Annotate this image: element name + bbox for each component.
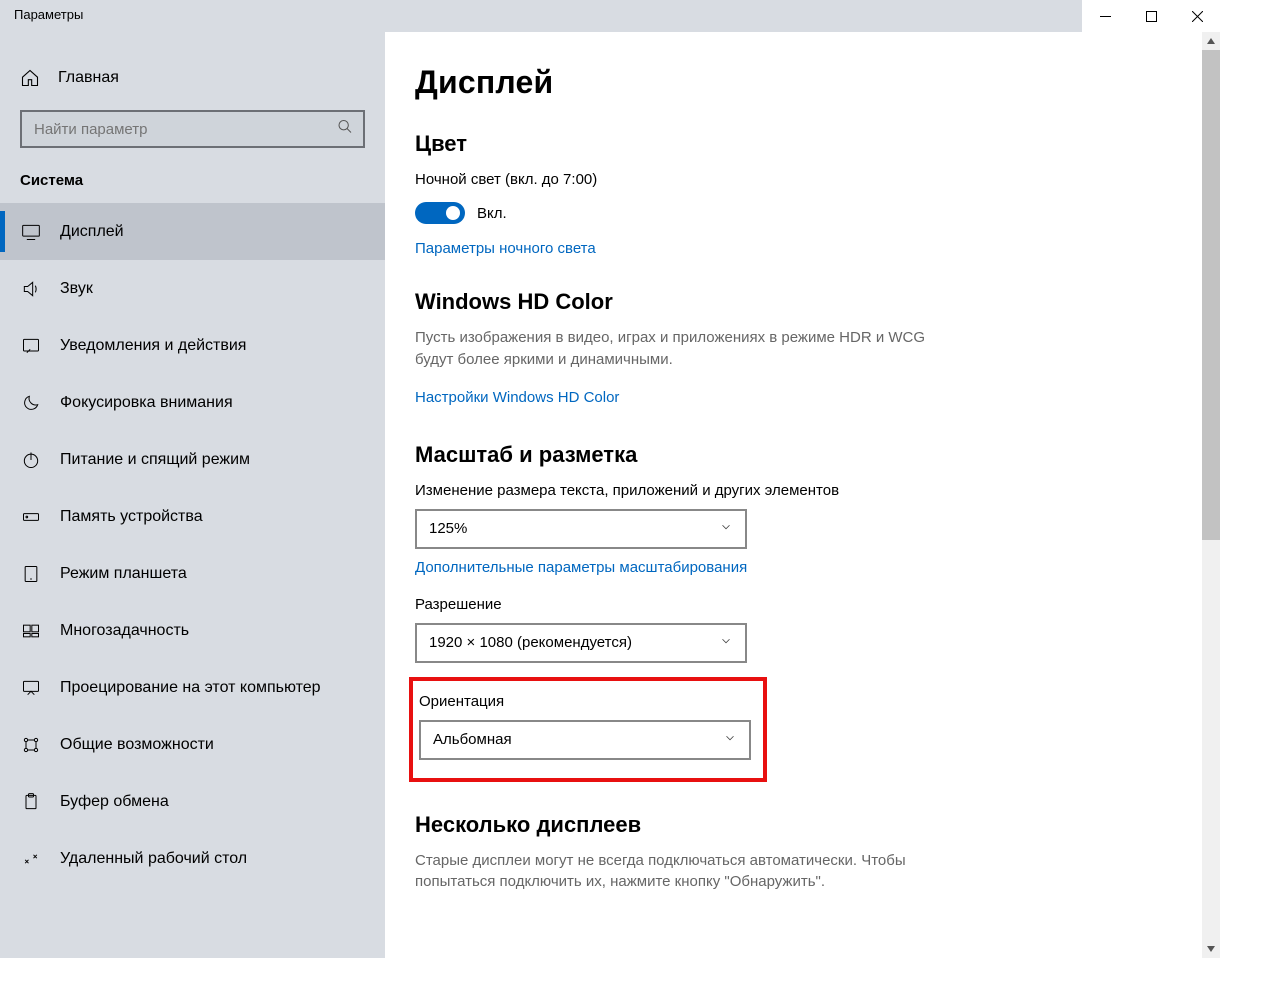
sidebar-item-projecting[interactable]: Проецирование на этот компьютер [0, 659, 385, 716]
hdcolor-description: Пусть изображения в видео, играх и прило… [415, 327, 955, 371]
sidebar-home-label: Главная [58, 69, 119, 87]
sidebar-item-label: Многозадачность [60, 622, 189, 640]
sidebar-item-remote[interactable]: Удаленный рабочий стол [0, 830, 385, 887]
page-title: Дисплей [415, 64, 1190, 101]
maximize-button[interactable] [1128, 0, 1174, 32]
sidebar-item-focus-assist[interactable]: Фокусировка внимания [0, 374, 385, 431]
sidebar-item-clipboard[interactable]: Буфер обмена [0, 773, 385, 830]
scroll-down-arrow[interactable] [1202, 940, 1220, 958]
multitasking-icon [20, 620, 42, 642]
advanced-scaling-link[interactable]: Дополнительные параметры масштабирования [415, 559, 747, 576]
notifications-icon [20, 335, 42, 357]
scrollbar[interactable] [1202, 32, 1220, 958]
chevron-down-icon [719, 634, 733, 652]
sidebar-item-power[interactable]: Питание и спящий режим [0, 431, 385, 488]
sound-icon [20, 278, 42, 300]
sidebar-item-label: Общие возможности [60, 736, 214, 754]
main-content: Дисплей Цвет Ночной свет (вкл. до 7:00) … [385, 32, 1220, 958]
sidebar: Главная Система Дисплей Звук [0, 32, 385, 958]
moon-icon [20, 392, 42, 414]
scale-label: Изменение размера текста, приложений и д… [415, 482, 1190, 499]
scrollbar-thumb[interactable] [1202, 50, 1220, 540]
toggle-state: Вкл. [477, 205, 507, 222]
remote-icon [20, 848, 42, 870]
sidebar-home[interactable]: Главная [0, 56, 385, 100]
minimize-button[interactable] [1082, 0, 1128, 32]
night-light-label: Ночной свет (вкл. до 7:00) [415, 171, 1190, 188]
sidebar-item-label: Уведомления и действия [60, 337, 246, 355]
close-button[interactable] [1174, 0, 1220, 32]
section-multiple-displays: Несколько дисплеев [415, 812, 1190, 838]
sidebar-item-shared[interactable]: Общие возможности [0, 716, 385, 773]
storage-icon [20, 506, 42, 528]
shared-icon [20, 734, 42, 756]
section-color: Цвет [415, 131, 1190, 157]
orientation-value: Альбомная [433, 731, 512, 748]
sidebar-item-label: Фокусировка внимания [60, 394, 233, 412]
sidebar-item-label: Буфер обмена [60, 793, 169, 811]
scale-value: 125% [429, 520, 467, 537]
sidebar-item-multitasking[interactable]: Многозадачность [0, 602, 385, 659]
sidebar-item-display[interactable]: Дисплей [0, 203, 385, 260]
chevron-down-icon [719, 520, 733, 538]
display-icon [20, 221, 42, 243]
sidebar-item-label: Режим планшета [60, 565, 187, 583]
resolution-label: Разрешение [415, 596, 1190, 613]
section-scale: Масштаб и разметка [415, 442, 1190, 468]
night-light-toggle[interactable] [415, 202, 465, 224]
sidebar-item-label: Удаленный рабочий стол [60, 850, 247, 868]
sidebar-item-tablet[interactable]: Режим планшета [0, 545, 385, 602]
orientation-label: Ориентация [415, 693, 749, 710]
sidebar-category: Система [0, 166, 385, 203]
orientation-select[interactable]: Альбомная [419, 720, 751, 760]
sidebar-item-label: Питание и спящий режим [60, 451, 250, 469]
sidebar-item-label: Проецирование на этот компьютер [60, 679, 321, 697]
projecting-icon [20, 677, 42, 699]
sidebar-item-label: Дисплей [60, 223, 124, 241]
scroll-up-arrow[interactable] [1202, 32, 1220, 50]
sidebar-item-label: Память устройства [60, 508, 203, 526]
clipboard-icon [20, 791, 42, 813]
resolution-select[interactable]: 1920 × 1080 (рекомендуется) [415, 623, 747, 663]
orientation-highlight: Ориентация Альбомная [409, 677, 767, 782]
sidebar-item-label: Звук [60, 280, 93, 298]
sidebar-item-notifications[interactable]: Уведомления и действия [0, 317, 385, 374]
title-bar: Параметры [0, 0, 1220, 32]
scale-select[interactable]: 125% [415, 509, 747, 549]
power-icon [20, 449, 42, 471]
home-icon [20, 68, 40, 88]
section-hdcolor: Windows HD Color [415, 289, 1190, 315]
chevron-down-icon [723, 731, 737, 749]
sidebar-item-sound[interactable]: Звук [0, 260, 385, 317]
hdcolor-settings-link[interactable]: Настройки Windows HD Color [415, 389, 619, 406]
multiple-displays-description: Старые дисплеи могут не всегда подключат… [415, 850, 955, 894]
search-input[interactable] [20, 110, 365, 148]
resolution-value: 1920 × 1080 (рекомендуется) [429, 634, 632, 651]
window-title: Параметры [14, 7, 83, 22]
tablet-icon [20, 563, 42, 585]
search-icon [337, 119, 353, 140]
sidebar-item-storage[interactable]: Память устройства [0, 488, 385, 545]
night-light-settings-link[interactable]: Параметры ночного света [415, 240, 596, 257]
